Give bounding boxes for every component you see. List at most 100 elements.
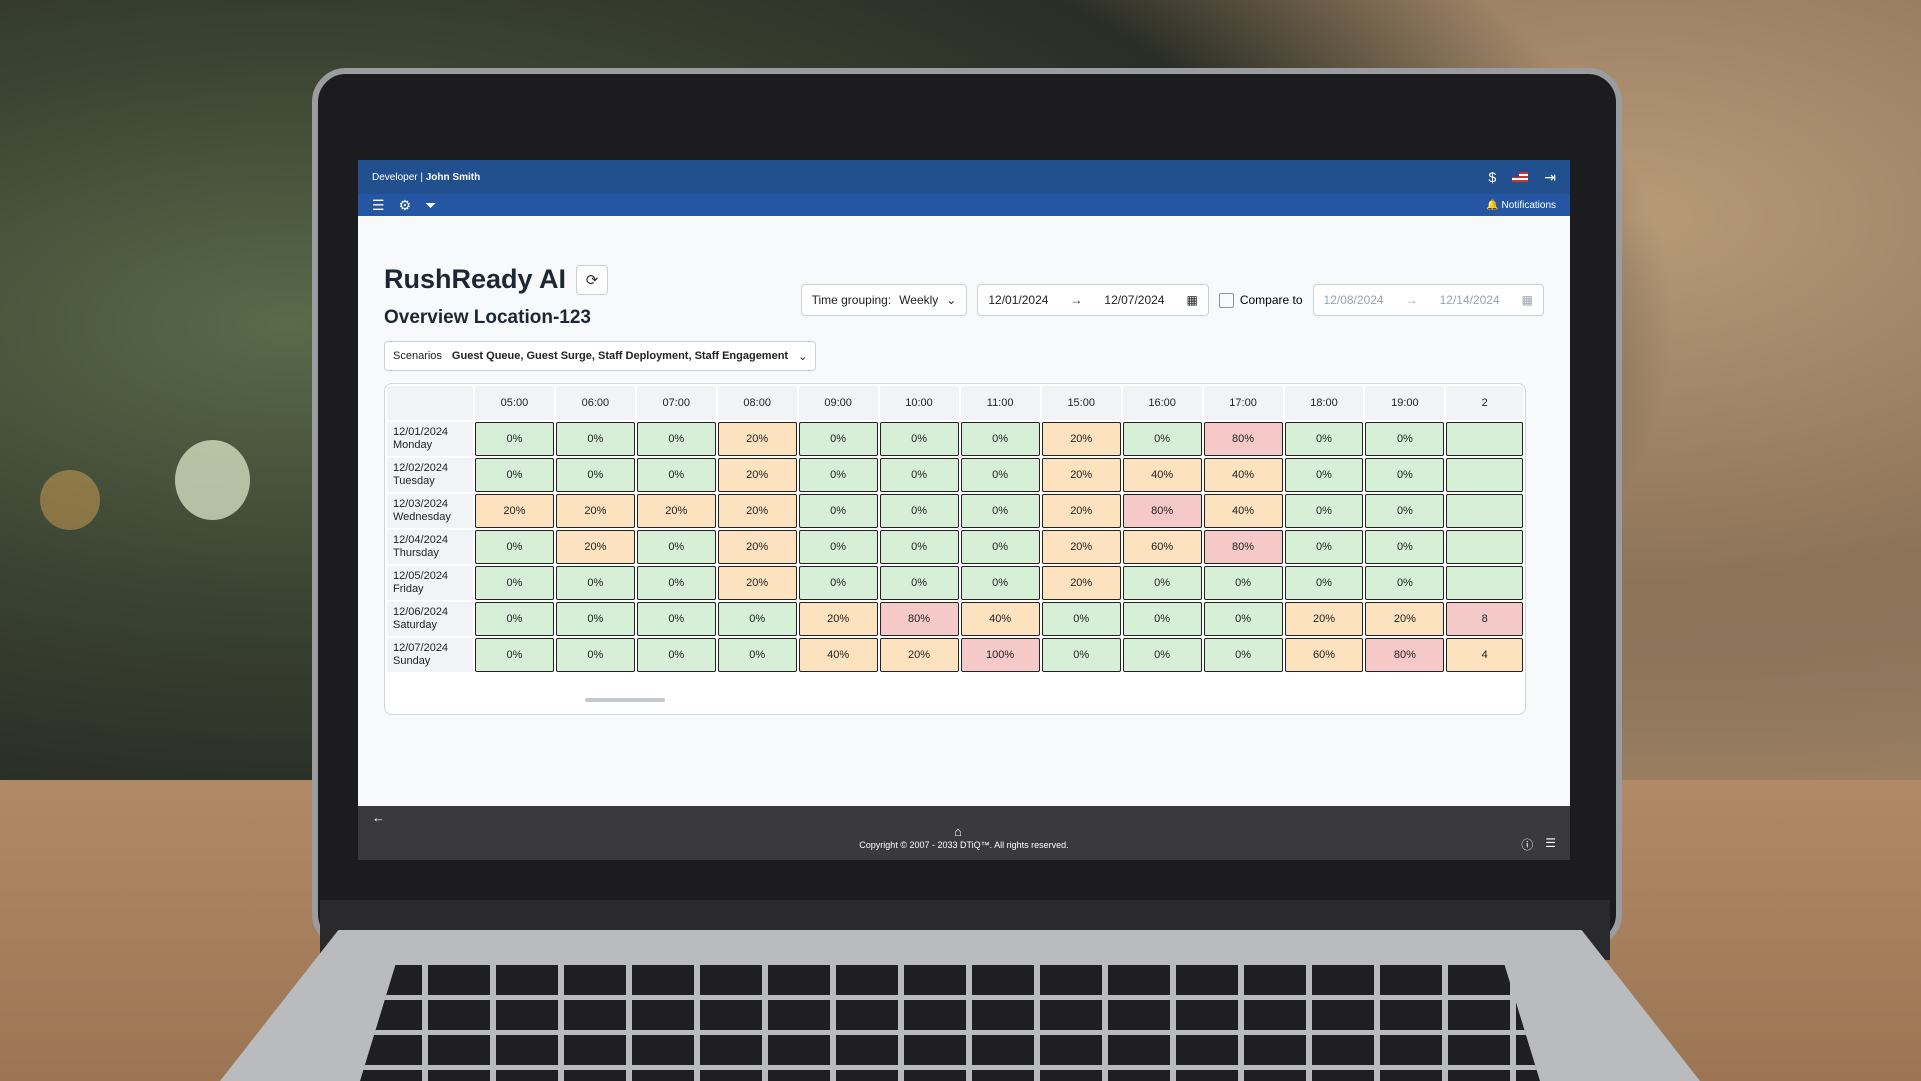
heatmap-cell[interactable]: 0% bbox=[474, 422, 554, 456]
heatmap-cell[interactable]: 40% bbox=[798, 638, 878, 672]
heatmap-cell[interactable]: 20% bbox=[879, 638, 959, 672]
heatmap-cell[interactable]: 20% bbox=[717, 566, 797, 600]
heatmap-cell[interactable] bbox=[1446, 494, 1523, 528]
heatmap-cell[interactable]: 60% bbox=[1122, 530, 1202, 564]
heatmap-cell[interactable]: 20% bbox=[555, 530, 635, 564]
home-icon[interactable]: ⌂ bbox=[954, 824, 962, 839]
heatmap-cell[interactable]: 40% bbox=[1203, 458, 1283, 492]
heatmap-cell[interactable]: 0% bbox=[1365, 530, 1445, 564]
scenarios-select[interactable]: Scenarios Guest Queue, Guest Surge, Staf… bbox=[384, 341, 817, 371]
heatmap-cell[interactable]: 80% bbox=[1365, 638, 1445, 672]
heatmap-cell[interactable]: 20% bbox=[1365, 602, 1445, 636]
heatmap-cell[interactable]: 0% bbox=[474, 566, 554, 600]
heatmap-cell[interactable]: 0% bbox=[717, 602, 797, 636]
heatmap-cell[interactable]: 80% bbox=[1203, 530, 1283, 564]
heatmap-cell[interactable]: 20% bbox=[717, 494, 797, 528]
heatmap-cell[interactable]: 20% bbox=[1041, 422, 1121, 456]
heatmap-cell[interactable]: 0% bbox=[1203, 566, 1283, 600]
heatmap-cell[interactable]: 60% bbox=[1284, 638, 1364, 672]
heatmap-cell[interactable]: 0% bbox=[474, 530, 554, 564]
heatmap-cell[interactable]: 0% bbox=[798, 458, 878, 492]
heatmap-cell[interactable]: 0% bbox=[1122, 638, 1202, 672]
heatmap-cell[interactable]: 0% bbox=[960, 422, 1040, 456]
back-arrow-icon[interactable]: ← bbox=[372, 810, 385, 825]
heatmap-cell[interactable]: 0% bbox=[798, 566, 878, 600]
heatmap-cell[interactable]: 0% bbox=[474, 458, 554, 492]
heatmap-cell[interactable]: 0% bbox=[1365, 494, 1445, 528]
heatmap-cell[interactable]: 20% bbox=[798, 602, 878, 636]
heatmap-cell[interactable]: 0% bbox=[1365, 458, 1445, 492]
heatmap-cell[interactable]: 0% bbox=[636, 602, 716, 636]
heatmap-cell[interactable]: 0% bbox=[879, 422, 959, 456]
heatmap-cell[interactable]: 0% bbox=[1365, 566, 1445, 600]
help-icon[interactable]: ⓘ bbox=[1521, 836, 1533, 853]
heatmap-cell[interactable] bbox=[1446, 458, 1523, 492]
heatmap-cell[interactable]: 20% bbox=[1284, 602, 1364, 636]
heatmap-cell[interactable]: 4 bbox=[1446, 638, 1523, 672]
heatmap-cell[interactable]: 0% bbox=[474, 602, 554, 636]
heatmap-cell[interactable]: 0% bbox=[474, 638, 554, 672]
list-icon[interactable]: ☰ bbox=[1545, 836, 1556, 853]
heatmap-cell[interactable]: 20% bbox=[1041, 566, 1121, 600]
heatmap-cell[interactable]: 20% bbox=[1041, 530, 1121, 564]
heatmap-cell[interactable]: 0% bbox=[717, 638, 797, 672]
time-grouping-select[interactable]: Time grouping: Weekly ⌄ bbox=[800, 284, 968, 316]
heatmap-cell[interactable]: 0% bbox=[798, 530, 878, 564]
heatmap-cell[interactable]: 0% bbox=[960, 458, 1040, 492]
heatmap-cell[interactable]: 0% bbox=[879, 530, 959, 564]
heatmap-cell[interactable]: 0% bbox=[960, 566, 1040, 600]
heatmap-cell[interactable]: 40% bbox=[960, 602, 1040, 636]
dollar-icon[interactable]: $ bbox=[1488, 169, 1496, 185]
heatmap-cell[interactable]: 20% bbox=[555, 494, 635, 528]
heatmap-cell[interactable]: 0% bbox=[1284, 422, 1364, 456]
heatmap-cell[interactable]: 0% bbox=[1284, 530, 1364, 564]
heatmap-cell[interactable]: 0% bbox=[960, 494, 1040, 528]
heatmap-cell[interactable]: 0% bbox=[1284, 494, 1364, 528]
heatmap-cell[interactable]: 0% bbox=[1203, 638, 1283, 672]
heatmap-cell[interactable]: 0% bbox=[1284, 458, 1364, 492]
filter-icon[interactable]: ⏷ bbox=[425, 197, 436, 214]
heatmap-cell[interactable]: 20% bbox=[1041, 458, 1121, 492]
heatmap-cell[interactable]: 0% bbox=[555, 422, 635, 456]
heatmap-cell[interactable]: 0% bbox=[555, 566, 635, 600]
heatmap-cell[interactable]: 0% bbox=[555, 638, 635, 672]
heatmap-cell[interactable]: 0% bbox=[1041, 638, 1121, 672]
compare-toggle[interactable]: Compare to bbox=[1218, 292, 1303, 308]
heatmap-cell[interactable]: 80% bbox=[879, 602, 959, 636]
heatmap-cell[interactable]: 20% bbox=[717, 422, 797, 456]
heatmap-cell[interactable] bbox=[1446, 566, 1523, 600]
heatmap-cell[interactable]: 0% bbox=[1122, 422, 1202, 456]
notifications-button[interactable]: 🔔 Notifications bbox=[1486, 200, 1556, 211]
heatmap-cell[interactable] bbox=[1446, 422, 1523, 456]
heatmap-cell[interactable]: 0% bbox=[636, 530, 716, 564]
gear-icon[interactable]: ⚙ bbox=[399, 197, 412, 214]
heatmap-cell[interactable]: 20% bbox=[717, 530, 797, 564]
heatmap-cell[interactable] bbox=[1446, 530, 1523, 564]
heatmap-cell[interactable]: 80% bbox=[1203, 422, 1283, 456]
heatmap-cell[interactable]: 0% bbox=[636, 638, 716, 672]
heatmap-cell[interactable]: 0% bbox=[798, 422, 878, 456]
heatmap-cell[interactable]: 0% bbox=[555, 602, 635, 636]
date-range-picker[interactable]: 12/01/2024 → 12/07/2024 ▦ bbox=[977, 284, 1209, 316]
heatmap-cell[interactable]: 0% bbox=[636, 566, 716, 600]
heatmap-cell[interactable]: 0% bbox=[879, 458, 959, 492]
heatmap-cell[interactable]: 20% bbox=[717, 458, 797, 492]
heatmap-cell[interactable]: 100% bbox=[960, 638, 1040, 672]
compare-checkbox[interactable] bbox=[1218, 292, 1234, 308]
heatmap-cell[interactable]: 40% bbox=[1122, 458, 1202, 492]
horizontal-scrollbar[interactable] bbox=[585, 698, 665, 702]
logout-icon[interactable]: ⇥ bbox=[1544, 169, 1556, 186]
heatmap-cell[interactable]: 0% bbox=[1203, 602, 1283, 636]
heatmap-cell[interactable]: 0% bbox=[636, 422, 716, 456]
heatmap-cell[interactable]: 0% bbox=[1122, 602, 1202, 636]
heatmap-cell[interactable]: 20% bbox=[636, 494, 716, 528]
heatmap-cell[interactable]: 0% bbox=[1041, 602, 1121, 636]
us-flag-icon[interactable] bbox=[1512, 172, 1529, 182]
heatmap-cell[interactable]: 0% bbox=[879, 494, 959, 528]
heatmap-cell[interactable]: 0% bbox=[1284, 566, 1364, 600]
heatmap-cell[interactable]: 0% bbox=[555, 458, 635, 492]
heatmap-cell[interactable]: 0% bbox=[1365, 422, 1445, 456]
menu-icon[interactable]: ☰ bbox=[372, 197, 385, 214]
heatmap-cell[interactable]: 40% bbox=[1203, 494, 1283, 528]
compare-date-range-picker[interactable]: 12/08/2024 → 12/14/2024 ▦ bbox=[1312, 284, 1544, 316]
